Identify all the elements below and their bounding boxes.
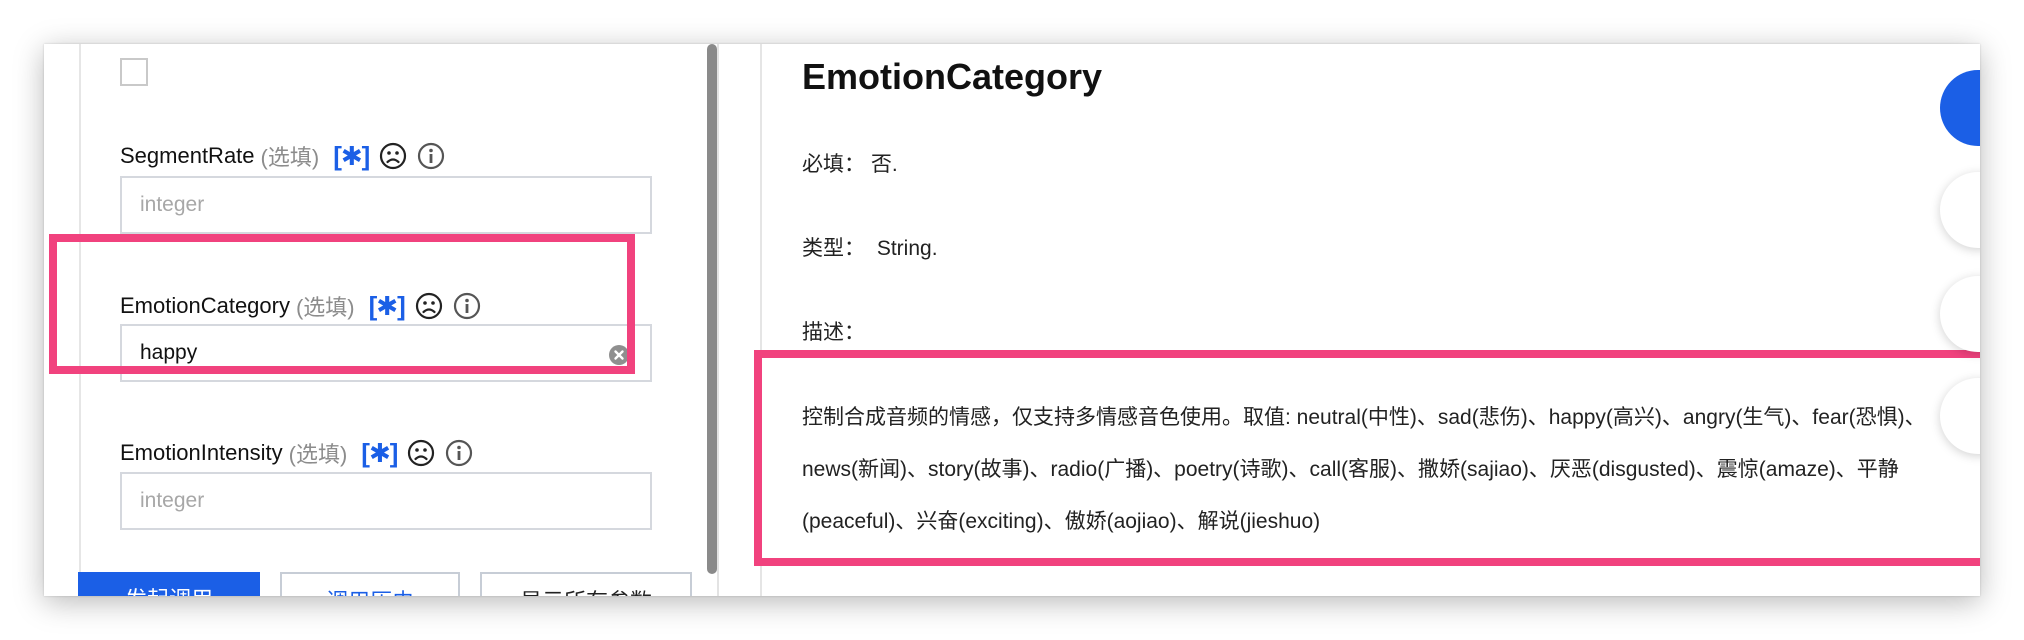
input-placeholder: integer <box>140 489 205 512</box>
input-placeholder: integer <box>140 193 205 216</box>
field-name: EmotionCategory <box>120 293 290 318</box>
clear-icon[interactable] <box>608 344 630 372</box>
field-optional-tag: (选填) <box>288 442 348 467</box>
doc-desc-label: 描述： <box>802 321 865 344</box>
parameter-doc-panel: EmotionCategory 必填： 否. 类型： String. 描述： 控… <box>754 44 1980 596</box>
panel-border <box>79 44 81 596</box>
api-explorer-window: SegmentRate (选填) [✱] integer EmotionCate… <box>44 44 1980 596</box>
field-optional-tag: (选填) <box>295 295 355 320</box>
batch-marker-icon[interactable]: [✱] <box>333 141 370 172</box>
parameter-form-panel: SegmentRate (选填) [✱] integer EmotionCate… <box>44 44 732 596</box>
frown-face-icon[interactable] <box>407 439 435 467</box>
floating-tool-button[interactable] <box>1940 276 1980 352</box>
type-label: 类型： <box>802 237 865 260</box>
frown-face-icon[interactable] <box>415 292 443 320</box>
floating-primary-button[interactable] <box>1940 70 1980 146</box>
emotioncategory-input[interactable]: happy <box>120 324 652 382</box>
required-label: 必填： <box>802 153 865 176</box>
history-button[interactable]: 调用历史 <box>280 572 460 596</box>
emotionintensity-input[interactable]: integer <box>120 472 652 530</box>
batch-marker-icon[interactable]: [✱] <box>361 438 398 469</box>
doc-required: 必填： 否. <box>802 148 898 178</box>
frown-face-icon[interactable] <box>379 142 407 170</box>
field-name: EmotionIntensity <box>120 440 283 465</box>
segmentrate-input[interactable]: integer <box>120 176 652 234</box>
scrollbar-thumb[interactable] <box>707 44 717 574</box>
info-icon[interactable] <box>417 142 445 170</box>
doc-type: 类型： String. <box>802 232 938 262</box>
invoke-button[interactable]: 发起调用 <box>78 572 260 596</box>
field-label-emotionintensity: EmotionIntensity (选填) [✱] <box>120 433 473 473</box>
field-optional-tag: (选填) <box>260 145 320 170</box>
doc-title: EmotionCategory <box>802 56 1103 97</box>
type-value: String. <box>876 237 938 260</box>
batch-marker-icon[interactable]: [✱] <box>369 291 406 322</box>
info-icon[interactable] <box>445 439 473 467</box>
field-label-emotioncategory: EmotionCategory (选填) [✱] <box>120 286 481 326</box>
field-name: SegmentRate <box>120 143 255 168</box>
doc-description: 控制合成音频的情感，仅支持多情感音色使用。取值: neutral(中性)、sad… <box>802 406 1926 533</box>
required-value: 否. <box>870 153 898 176</box>
show-all-params-button[interactable]: 显示所有参数 <box>480 572 692 596</box>
field-label-segmentrate: SegmentRate (选填) [✱] <box>120 136 445 176</box>
input-value: happy <box>140 341 198 364</box>
panel-divider <box>717 44 719 596</box>
floating-tool-button[interactable] <box>1940 172 1980 248</box>
param-checkbox[interactable] <box>120 58 148 86</box>
info-icon[interactable] <box>453 292 481 320</box>
